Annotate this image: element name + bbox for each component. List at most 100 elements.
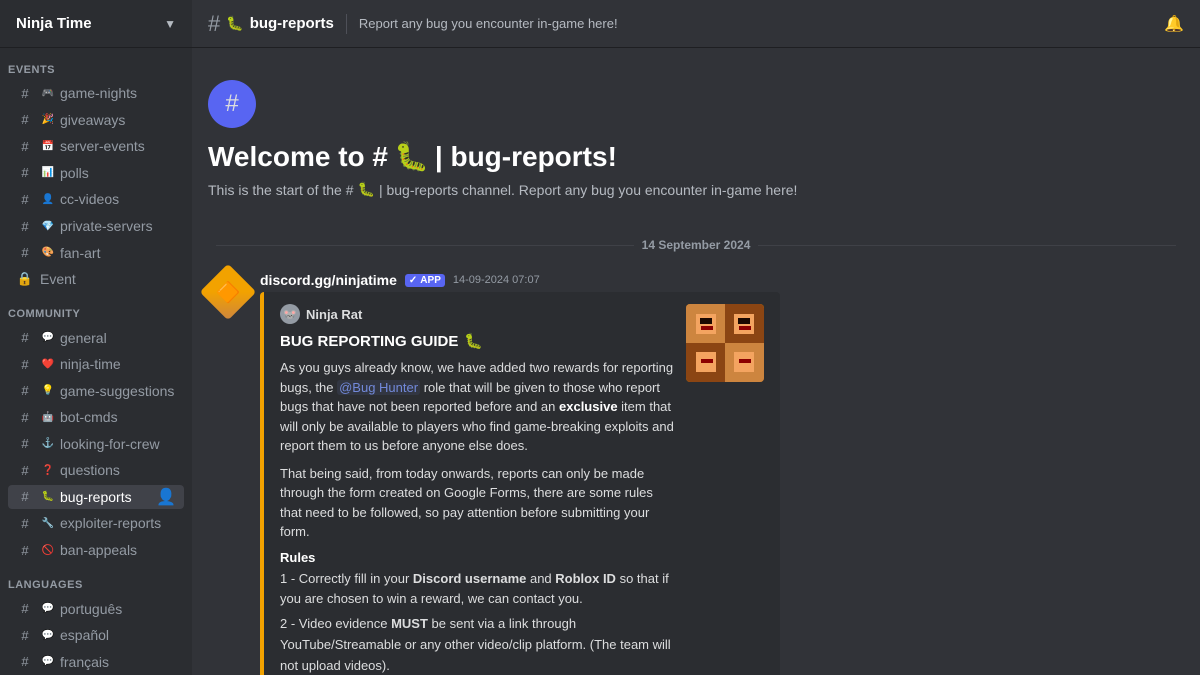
sidebar-item-label: private-servers [60,218,176,234]
embed-author-row: 🐭 Ninja Rat [280,304,674,324]
embed-image-svg [686,304,764,382]
sidebar-item-event[interactable]: 🔒 Event [8,267,184,292]
sidebar-item-label: Event [40,271,176,287]
sidebar-item-español[interactable]: # 💬 español [8,623,184,648]
sidebar-item-private-servers[interactable]: # 💎 private-servers [8,214,184,239]
sidebar-item-label: general [60,330,176,346]
sidebar-item-label: game-nights [60,85,176,101]
channel-header: # 🐛 bug-reports Report any bug you encou… [192,0,1200,48]
sidebar-item-polls[interactable]: # 📊 polls [8,161,184,186]
message-meta: discord.gg/ninjatime ✓ APP 14-09-2024 07… [260,272,1184,288]
embed-body: 🐭 Ninja Rat BUG REPORTING GUIDE 🐛 As you… [280,304,674,675]
hash-icon: # [16,217,34,235]
embed-transition-text: That being said, from today onwards, rep… [280,466,653,540]
bug-emoji: 🐛 [226,15,243,32]
sidebar-item-cc-videos[interactable]: # 👤 cc-videos [8,187,184,212]
general-emoji: 💬 [40,330,56,346]
bug-hunter-mention: @Bug Hunter [337,380,420,395]
embed-title-text: BUG REPORTING GUIDE [280,333,458,350]
bot-avatar-icon: 🔶 [216,280,241,305]
rules-title: Rules [280,550,674,565]
welcome-desc-emoji: 🐛 [358,181,375,198]
notification-icon[interactable]: 🔔 [1164,14,1184,34]
embed-author-avatar: 🐭 [280,304,300,324]
sidebar-item-looking-for-crew[interactable]: # ⚓ looking-for-crew [8,432,184,457]
hash-icon: # [16,84,34,102]
welcome-desc-suffix: | bug-reports channel. Report any bug yo… [379,182,797,198]
questions-emoji: ❓ [40,462,56,478]
date-divider: 14 September 2024 [208,238,1184,252]
español-emoji: 💬 [40,627,56,643]
sidebar-item-português[interactable]: # 💬 português [8,596,184,621]
sidebar-item-game-nights[interactable]: # 🎮 game-nights [8,81,184,106]
welcome-description: This is the start of the # 🐛 | bug-repor… [208,181,1184,198]
sidebar-item-français[interactable]: # 💬 français [8,649,184,674]
languages-section-label: LANGUAGES [0,563,192,595]
polls-emoji: 📊 [40,165,56,181]
message-timestamp: 14-09-2024 07:07 [453,274,540,286]
sidebar-item-ninja-time[interactable]: # ❤️ ninja-time [8,352,184,377]
checkmark-icon: ✓ [409,275,417,286]
embed-transition: That being said, from today onwards, rep… [280,464,674,542]
sidebar-item-label: polls [60,165,176,181]
bot-message-row: 🔶 discord.gg/ninjatime ✓ APP 14-09-2024 … [208,268,1184,675]
hash-welcome-icon: # [225,90,238,118]
hash-icon: # [16,488,34,506]
embed-intro: As you guys already know, we have added … [280,358,674,456]
sidebar-item-label: game-suggestions [60,383,176,399]
exploiter-reports-emoji: 🔧 [40,515,56,531]
server-name: Ninja Time [16,15,92,32]
hash-icon: # [16,137,34,155]
embed-image [686,304,764,675]
welcome-icon: # [208,80,256,128]
hash-icon: # [16,382,34,400]
hash-icon: # [16,435,34,453]
main-content: # 🐛 bug-reports Report any bug you encou… [192,0,1200,675]
welcome-desc-prefix: This is the start of the # [208,182,354,198]
hash-icon: # [208,11,220,37]
sidebar-item-label: español [60,627,176,643]
server-events-emoji: 📅 [40,138,56,154]
português-emoji: 💬 [40,601,56,617]
hash-icon: # [16,626,34,644]
français-emoji: 💬 [40,654,56,670]
hash-icon: # [16,244,34,262]
embed-author: Ninja Rat [306,307,362,322]
add-member-icon: 👤 [156,487,176,507]
cc-videos-emoji: 👤 [40,191,56,207]
lock-icon: 🔒 [16,270,34,288]
sidebar-item-label: questions [60,462,176,478]
sidebar-item-bot-cmds[interactable]: # 🤖 bot-cmds [8,405,184,430]
private-servers-emoji: 💎 [40,218,56,234]
fan-art-emoji: 🎨 [40,245,56,261]
looking-for-crew-emoji: ⚓ [40,436,56,452]
sidebar-item-exploiter-reports[interactable]: # 🔧 exploiter-reports [8,511,184,536]
events-section-label: EVENTS [0,48,192,80]
sidebar-item-questions[interactable]: # ❓ questions [8,458,184,483]
bot-username: discord.gg/ninjatime [260,272,397,288]
rules-section: Rules 1 - Correctly fill in your Discord… [280,550,674,675]
sidebar-item-game-suggestions[interactable]: # 💡 game-suggestions [8,378,184,403]
rule-2: 2 - Video evidence MUST be sent via a li… [280,614,674,675]
sidebar-item-bug-reports[interactable]: # 🐛 bug-reports 👤 [8,485,184,510]
app-label: APP [420,275,441,286]
hash-icon: # [16,355,34,373]
sidebar-item-fan-art[interactable]: # 🎨 fan-art [8,240,184,265]
sidebar-item-label: server-events [60,138,176,154]
sidebar-item-label: ninja-time [60,356,176,372]
sidebar-item-general[interactable]: # 💬 general [8,325,184,350]
ban-appeals-emoji: 🚫 [40,542,56,558]
ninja-time-emoji: ❤️ [40,356,56,372]
sidebar-item-ban-appeals[interactable]: # 🚫 ban-appeals [8,538,184,563]
welcome-prefix: Welcome to # [208,141,388,173]
server-header[interactable]: Ninja Time ▼ [0,0,192,48]
hash-icon: # [16,111,34,129]
messages-area: # Welcome to # 🐛 | bug-reports! This is … [192,48,1200,675]
sidebar-item-giveaways[interactable]: # 🎉 giveaways [8,108,184,133]
sidebar-item-label: exploiter-reports [60,515,176,531]
channel-name: bug-reports [250,15,334,32]
sidebar: Ninja Time ▼ EVENTS # 🎮 game-nights # 🎉 … [0,0,192,675]
chevron-down-icon: ▼ [164,17,176,31]
embed-card: 🐭 Ninja Rat BUG REPORTING GUIDE 🐛 As you… [260,292,780,675]
sidebar-item-server-events[interactable]: # 📅 server-events [8,134,184,159]
